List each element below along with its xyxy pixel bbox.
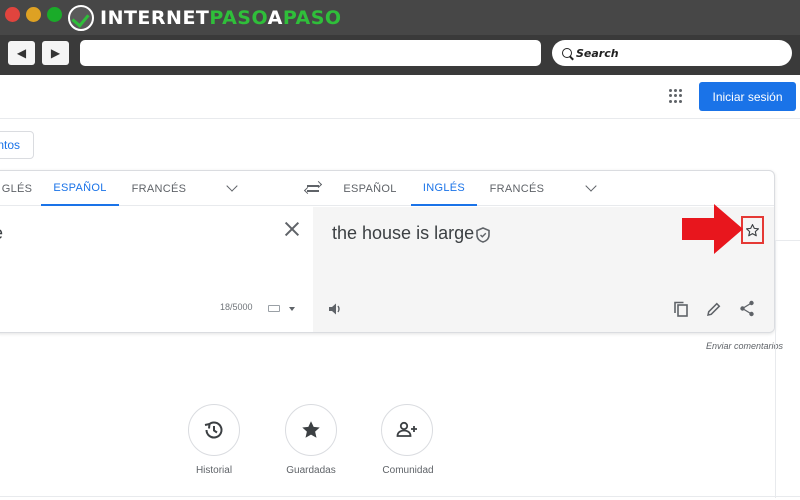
- back-button[interactable]: ◀: [8, 41, 35, 65]
- community-button[interactable]: [381, 404, 433, 456]
- swap-languages-icon[interactable]: [303, 180, 323, 195]
- forward-button[interactable]: ▶: [42, 41, 69, 65]
- browser-toolbar: ◀ ▶ Search: [0, 35, 800, 75]
- translator-card: GLÉS ESPAÑOL FRANCÉS ESPAÑOL INGLÉS FRAN…: [0, 170, 775, 333]
- character-counter: 18/5000: [220, 302, 253, 312]
- keyboard-icon[interactable]: [268, 305, 280, 312]
- browser-titlebar: INTERNETPASOAPASO: [0, 0, 800, 35]
- verified-shield-icon[interactable]: [476, 227, 490, 243]
- documents-button[interactable]: ntos: [0, 131, 34, 159]
- page-header: Iniciar sesión: [0, 75, 800, 119]
- side-panel-edge: [775, 240, 800, 498]
- input-tools-caret-down-icon[interactable]: [289, 307, 295, 311]
- logo-check-icon: [68, 5, 94, 31]
- history-icon: [204, 421, 223, 439]
- logo-text-part2: PASO: [209, 7, 268, 29]
- share-icon[interactable]: [739, 300, 755, 317]
- site-logo: INTERNETPASOAPASO: [68, 4, 342, 32]
- source-lang-tab-ingles[interactable]: GLÉS: [0, 171, 39, 206]
- target-lang-tab-frances[interactable]: FRANCÉS: [485, 171, 549, 206]
- minimize-window-button[interactable]: [26, 7, 41, 22]
- search-placeholder: Search: [576, 46, 619, 60]
- close-window-button[interactable]: [5, 7, 20, 22]
- maximize-window-button[interactable]: [47, 7, 62, 22]
- source-text[interactable]: e: [0, 223, 3, 244]
- community-label[interactable]: Comunidad: [368, 465, 448, 476]
- target-lang-tab-ingles[interactable]: INGLÉS: [411, 171, 477, 206]
- community-icon: [396, 421, 417, 437]
- history-button[interactable]: [188, 404, 240, 456]
- saved-button[interactable]: [285, 404, 337, 456]
- send-feedback-link[interactable]: Enviar comentarios: [706, 341, 783, 351]
- translated-text: the house is large: [332, 223, 475, 243]
- source-lang-tab-frances[interactable]: FRANCÉS: [121, 171, 197, 206]
- close-icon[interactable]: [285, 222, 299, 236]
- back-arrow-icon: ◀: [16, 46, 27, 60]
- source-volume-placeholder: [17, 302, 33, 318]
- bottom-divider: [0, 496, 800, 497]
- apps-grid-icon[interactable]: [669, 89, 683, 103]
- target-lang-chevron-down-icon[interactable]: [585, 180, 597, 192]
- logo-text-part3: A: [267, 7, 283, 29]
- target-lang-tab-espanol[interactable]: ESPAÑOL: [338, 171, 402, 206]
- red-arrow-annotation-icon: [682, 204, 743, 254]
- save-translation-highlight[interactable]: [741, 216, 764, 244]
- forward-arrow-icon: ▶: [50, 46, 61, 60]
- speaker-icon[interactable]: [327, 301, 343, 317]
- address-bar[interactable]: [80, 40, 541, 66]
- edit-pencil-icon[interactable]: [706, 301, 722, 317]
- history-label[interactable]: Historial: [174, 465, 254, 476]
- copy-icon[interactable]: [673, 301, 689, 318]
- logo-text-part4: PASO: [282, 7, 342, 29]
- star-outline-icon[interactable]: [745, 223, 760, 238]
- search-icon: [562, 48, 572, 58]
- signin-button[interactable]: Iniciar sesión: [699, 82, 796, 111]
- language-bar: GLÉS ESPAÑOL FRANCÉS ESPAÑOL INGLÉS FRAN…: [0, 171, 774, 206]
- documents-button-label: ntos: [0, 138, 20, 152]
- logo-text-part1: INTERNET: [100, 7, 210, 29]
- star-icon: [302, 421, 320, 438]
- source-lang-chevron-down-icon[interactable]: [226, 180, 238, 192]
- source-lang-tab-espanol[interactable]: ESPAÑOL: [41, 171, 119, 206]
- source-text-area[interactable]: e 18/5000: [0, 207, 313, 332]
- browser-search-field[interactable]: Search: [552, 40, 792, 66]
- saved-label[interactable]: Guardadas: [271, 465, 351, 476]
